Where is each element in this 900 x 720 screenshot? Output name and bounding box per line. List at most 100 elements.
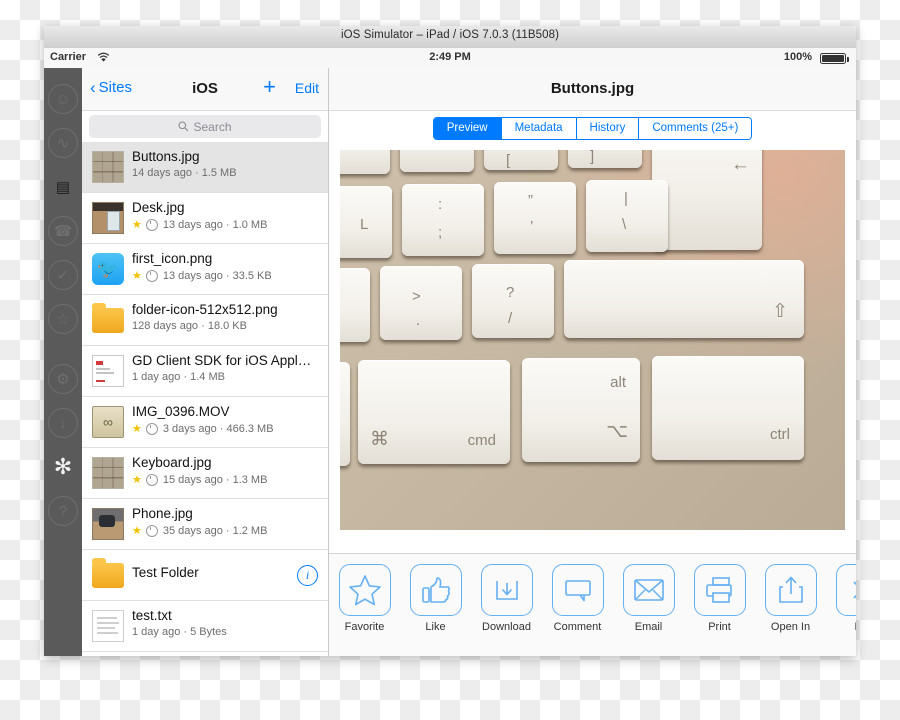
table-row[interactable]: Video-2013-10-09 17:00 <box>82 652 328 656</box>
file-list-title: iOS <box>192 80 218 97</box>
action-label: Open In <box>770 621 811 633</box>
action-label: Download <box>482 621 531 633</box>
star-icon <box>338 564 391 616</box>
search-input[interactable]: Search <box>89 115 321 138</box>
apple-keyboard-photo: [ ] ← L: ; ” ’ | \ > . ? / ⇧ ⌘ cmd alt … <box>340 150 845 530</box>
file-meta-text: 1 day ago · 1.4 MB <box>132 371 225 383</box>
action-delete[interactable]: De <box>826 564 856 633</box>
star-icon: ☆ <box>56 310 70 328</box>
star-icon: ★ <box>132 270 142 282</box>
table-row[interactable]: Keyboard.jpg ★ 15 days ago · 1.3 MB <box>82 448 328 499</box>
clock-icon <box>145 524 158 537</box>
search-placeholder: Search <box>193 119 232 134</box>
file-meta: ★ 3 days ago · 466.3 MB <box>132 422 320 435</box>
action-download[interactable]: Download <box>471 564 542 633</box>
action-open-in[interactable]: Open In <box>755 564 826 633</box>
key-l: L <box>340 186 392 258</box>
key-delete: ← <box>652 150 762 250</box>
key-shift: ⇧ <box>564 260 804 338</box>
key-partial-2 <box>400 150 474 172</box>
status-time: 2:49 PM <box>429 51 471 63</box>
key-semicolon: : ; <box>402 184 484 256</box>
table-row[interactable]: GD Client SDK for iOS Appl… 1 day ago · … <box>82 346 328 397</box>
star-icon: ★ <box>132 474 142 486</box>
rail-item-settings[interactable]: ⚙ <box>48 364 78 394</box>
detail-pane: Buttons.jpg Preview Metadata History Com… <box>329 68 856 656</box>
table-row[interactable]: IMG_0396.MOV ★ 3 days ago · 466.3 MB <box>82 397 328 448</box>
folder-icon-thumbnail <box>92 303 124 336</box>
action-label: Comment <box>553 621 602 633</box>
file-meta: ★ 35 days ago · 1.2 MB <box>132 524 320 537</box>
ios-status-bar: Carrier 2:49 PM 100% <box>44 48 856 69</box>
file-name: test.txt <box>132 608 172 623</box>
search-icon <box>178 121 189 132</box>
table-row[interactable]: Desk.jpg ★ 13 days ago · 1.0 MB <box>82 193 328 244</box>
file-meta: 1 day ago · 5 Bytes <box>132 626 320 638</box>
file-rows: Buttons.jpg 14 days ago · 1.5 MB Desk.jp… <box>82 142 328 656</box>
table-row[interactable]: test.txt 1 day ago · 5 Bytes <box>82 601 328 652</box>
file-name: Desk.jpg <box>132 200 185 215</box>
rail-item-contacts[interactable]: ☺ <box>48 84 78 114</box>
tab-comments[interactable]: Comments (25+) <box>639 117 752 139</box>
rail-item-favorites[interactable]: ☆ <box>48 304 78 334</box>
delete-x-icon <box>835 564 856 616</box>
action-comment[interactable]: Comment <box>542 564 613 633</box>
edit-button[interactable]: Edit <box>295 80 319 96</box>
file-name: folder-icon-512x512.png <box>132 302 278 317</box>
key-alt: alt ⌥ <box>522 358 640 462</box>
star-icon: ★ <box>132 423 142 435</box>
detail-navbar: Buttons.jpg <box>329 68 856 111</box>
thumbs-up-icon <box>409 564 462 616</box>
file-name: Buttons.jpg <box>132 149 200 164</box>
keyboard-thumbnail <box>92 151 124 183</box>
window-titlebar[interactable]: iOS Simulator – iPad / iOS 7.0.3 (11B508… <box>44 26 856 49</box>
rail-item-downloads[interactable]: ↓ <box>48 408 78 438</box>
activity-icon: ∿ <box>56 134 70 152</box>
key-backslash: | \ <box>586 180 668 252</box>
action-print[interactable]: Print <box>684 564 755 633</box>
table-row[interactable]: first_icon.png ★ 13 days ago · 33.5 KB <box>82 244 328 295</box>
rail-item-activity[interactable]: ∿ <box>48 128 78 158</box>
star-icon: ★ <box>132 525 142 537</box>
file-meta-text: 1 day ago · 5 Bytes <box>132 626 227 638</box>
action-favorite[interactable]: Favorite <box>329 564 400 633</box>
rail-item-tasks[interactable]: ✓ <box>48 260 78 290</box>
table-row[interactable]: Phone.jpg ★ 35 days ago · 1.2 MB <box>82 499 328 550</box>
action-email[interactable]: Email <box>613 564 684 633</box>
desk-photo-thumbnail <box>92 202 124 234</box>
action-like[interactable]: Like <box>400 564 471 633</box>
key-apostrophe: ” ’ <box>494 182 576 254</box>
file-name: Phone.jpg <box>132 506 193 521</box>
key-control: ctrl <box>652 356 804 460</box>
download-icon <box>480 564 533 616</box>
window-title: iOS Simulator – iPad / iOS 7.0.3 (11B508… <box>340 29 560 41</box>
clock-icon <box>145 473 158 486</box>
file-list-navbar: ‹ Sites iOS + Edit <box>82 68 328 111</box>
file-name: Test Folder <box>132 565 199 580</box>
tab-metadata[interactable]: Metadata <box>501 117 577 139</box>
table-row[interactable]: folder-icon-512x512.png 128 days ago · 1… <box>82 295 328 346</box>
key-bracket-left: [ <box>484 150 558 170</box>
rail-item-help[interactable]: ? <box>48 496 78 526</box>
file-meta-text: 128 days ago · 18.0 KB <box>132 320 247 332</box>
tab-preview[interactable]: Preview <box>433 117 502 139</box>
action-label: Like <box>425 621 446 633</box>
file-meta-text: 15 days ago · 1.3 MB <box>162 473 268 486</box>
rail-item-apps[interactable]: ✻ <box>48 452 78 482</box>
rail-item-files[interactable]: ▤ <box>48 172 78 202</box>
table-row[interactable]: Test Folder i <box>82 550 328 601</box>
table-row[interactable]: Buttons.jpg 14 days ago · 1.5 MB <box>82 142 328 193</box>
printer-icon <box>693 564 746 616</box>
file-meta: ★ 15 days ago · 1.3 MB <box>132 473 320 486</box>
clock-icon <box>145 269 158 282</box>
image-preview[interactable]: [ ] ← L: ; ” ’ | \ > . ? / ⇧ ⌘ cmd alt … <box>340 150 845 530</box>
file-meta: 128 days ago · 18.0 KB <box>132 320 320 332</box>
segmented-control[interactable]: Preview Metadata History Comments (25+) <box>432 116 753 140</box>
clock-icon <box>145 422 158 435</box>
action-label: Email <box>634 621 663 633</box>
tab-history[interactable]: History <box>576 117 640 139</box>
folder-info-button[interactable]: i <box>297 565 318 586</box>
add-button[interactable]: + <box>263 76 276 98</box>
file-meta: ★ 13 days ago · 33.5 KB <box>132 269 320 282</box>
rail-item-calls[interactable]: ☎ <box>48 216 78 246</box>
